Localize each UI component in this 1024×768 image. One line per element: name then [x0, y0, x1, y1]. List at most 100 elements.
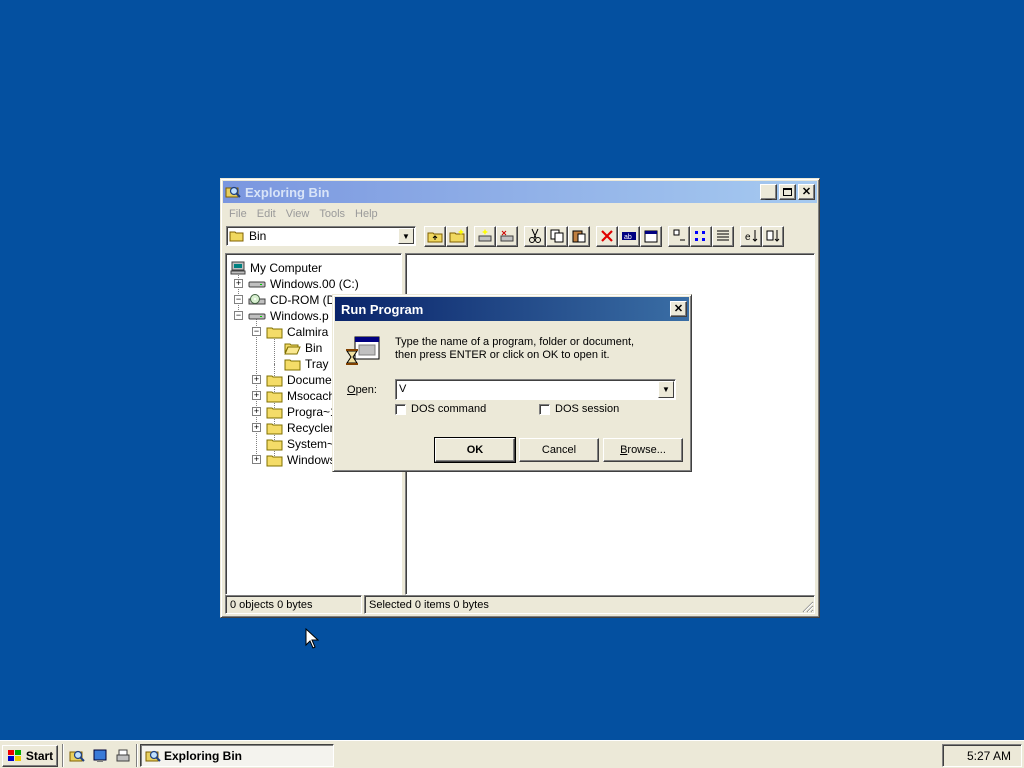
close-icon: ✕ — [673, 302, 684, 315]
tree-item[interactable]: Bin — [284, 340, 323, 356]
windows-logo-icon — [7, 750, 21, 761]
ok-button[interactable]: OK — [434, 437, 516, 463]
open-dropdown-button[interactable]: ▼ — [658, 381, 674, 398]
drive-icon — [248, 309, 266, 323]
quicklaunch-printer[interactable] — [113, 746, 133, 766]
expand-icon[interactable]: + — [252, 375, 261, 384]
expand-icon[interactable]: + — [252, 455, 261, 464]
tree-item[interactable]: Windows — [266, 452, 337, 468]
menu-view[interactable]: View — [282, 208, 314, 220]
expand-icon[interactable]: + — [252, 423, 261, 432]
computer-icon — [230, 261, 246, 275]
cdrom-icon — [248, 293, 266, 307]
dos-session-box[interactable] — [539, 403, 550, 415]
open-input[interactable]: V — [399, 383, 406, 395]
address-value: Bin — [249, 229, 267, 243]
large-icons-button[interactable] — [668, 225, 690, 247]
address-combo[interactable]: Bin ▼ — [226, 226, 416, 246]
chevron-down-icon: ▼ — [662, 385, 670, 394]
new-folder-button[interactable] — [446, 225, 468, 247]
taskbar-separator — [62, 744, 64, 767]
minimize-button[interactable]: _ — [760, 184, 777, 200]
menu-edit[interactable]: Edit — [253, 208, 280, 220]
expand-icon[interactable]: + — [252, 391, 261, 400]
minimize-icon: _ — [765, 188, 772, 201]
folder-icon — [266, 437, 283, 451]
browse-button[interactable]: Browse... — [603, 438, 683, 462]
start-button[interactable]: Start — [2, 745, 58, 767]
desktop-icon — [93, 749, 107, 762]
menu-bar: File Edit View Tools Help — [221, 205, 819, 223]
tree-item[interactable]: Calmira — [266, 324, 329, 340]
expand-icon[interactable]: + — [234, 279, 243, 288]
copy-icon — [550, 229, 564, 243]
tree-item[interactable]: Windows.00 (C:) — [248, 276, 360, 292]
up-folder-button[interactable] — [424, 225, 446, 247]
tree-item[interactable]: Recycler — [266, 420, 335, 436]
disconnect-drive-icon — [500, 230, 514, 242]
collapse-icon[interactable]: − — [234, 311, 243, 320]
tree-connector-line — [256, 316, 257, 454]
rename-button[interactable]: ab — [618, 225, 640, 247]
menu-tools[interactable]: Tools — [315, 208, 349, 220]
explore-icon — [225, 186, 241, 198]
task-exploring-bin[interactable]: Exploring Bin — [140, 744, 334, 767]
folder-icon — [266, 453, 283, 467]
collapse-icon[interactable]: − — [252, 327, 261, 336]
small-icons-icon — [695, 231, 705, 241]
start-label: Start — [25, 749, 54, 763]
properties-icon — [644, 230, 658, 243]
expand-icon[interactable]: + — [252, 407, 261, 416]
tree-item[interactable]: System~1 — [266, 436, 342, 452]
properties-button[interactable] — [640, 225, 662, 247]
task-label: Exploring Bin — [164, 748, 242, 763]
sort-name-button[interactable]: e — [740, 225, 762, 247]
tree-item[interactable]: Docume~ — [266, 372, 340, 388]
cancel-button[interactable]: Cancel — [519, 438, 599, 462]
printer-icon — [116, 749, 130, 762]
menu-file[interactable]: File — [225, 208, 251, 220]
taskbar: Start Exploring Bin 5:27 AM — [0, 740, 1024, 768]
tree-item[interactable]: CD-ROM (D:) — [248, 292, 344, 308]
tree-item[interactable]: Progra~1 — [266, 404, 338, 420]
map-drive-button[interactable] — [474, 225, 496, 247]
resize-grip-icon[interactable] — [800, 599, 814, 613]
small-icons-button[interactable] — [690, 225, 712, 247]
clock[interactable]: 5:27 AM — [967, 749, 1011, 763]
open-combo[interactable]: V ▼ — [395, 379, 676, 400]
tree-item[interactable]: My Computer — [230, 260, 323, 276]
tree-item[interactable]: Tray — [284, 356, 330, 372]
folder-icon — [266, 325, 283, 339]
paste-button[interactable] — [568, 225, 590, 247]
run-program-icon — [346, 336, 380, 365]
new-folder-icon — [449, 229, 465, 243]
svg-text:e: e — [745, 232, 751, 243]
up-folder-icon — [427, 232, 443, 243]
run-titlebar[interactable]: Run Program ✕ — [335, 297, 689, 321]
delete-button[interactable] — [596, 225, 618, 247]
collapse-icon[interactable]: − — [234, 295, 243, 304]
explorer-titlebar[interactable]: Exploring Bin _ ✕ — [223, 181, 817, 203]
menu-help[interactable]: Help — [351, 208, 382, 220]
copy-button[interactable] — [546, 225, 568, 247]
quicklaunch-explorer[interactable] — [67, 746, 87, 766]
dos-session-checkbox[interactable]: DOS session — [539, 403, 619, 415]
close-button[interactable]: ✕ — [798, 184, 815, 200]
dos-command-checkbox[interactable]: DOS command — [395, 403, 486, 415]
run-description-line2: then press ENTER or click on OK to open … — [395, 349, 610, 361]
disconnect-drive-button[interactable] — [496, 225, 518, 247]
cut-button[interactable] — [524, 225, 546, 247]
folder-open-icon — [229, 231, 244, 242]
maximize-button[interactable] — [779, 184, 796, 200]
tree-item[interactable]: Windows.p (E — [248, 308, 345, 324]
quicklaunch-desktop[interactable] — [90, 746, 110, 766]
dos-command-box[interactable] — [395, 403, 406, 415]
run-close-button[interactable]: ✕ — [670, 301, 687, 317]
dos-session-label: DOS session — [555, 403, 620, 415]
sort-type-button[interactable] — [762, 225, 784, 247]
folder-icon — [266, 405, 283, 419]
system-tray: 5:27 AM — [942, 744, 1022, 767]
close-icon: ✕ — [801, 185, 812, 198]
address-dropdown-button[interactable]: ▼ — [398, 228, 414, 244]
details-button[interactable] — [712, 225, 734, 247]
